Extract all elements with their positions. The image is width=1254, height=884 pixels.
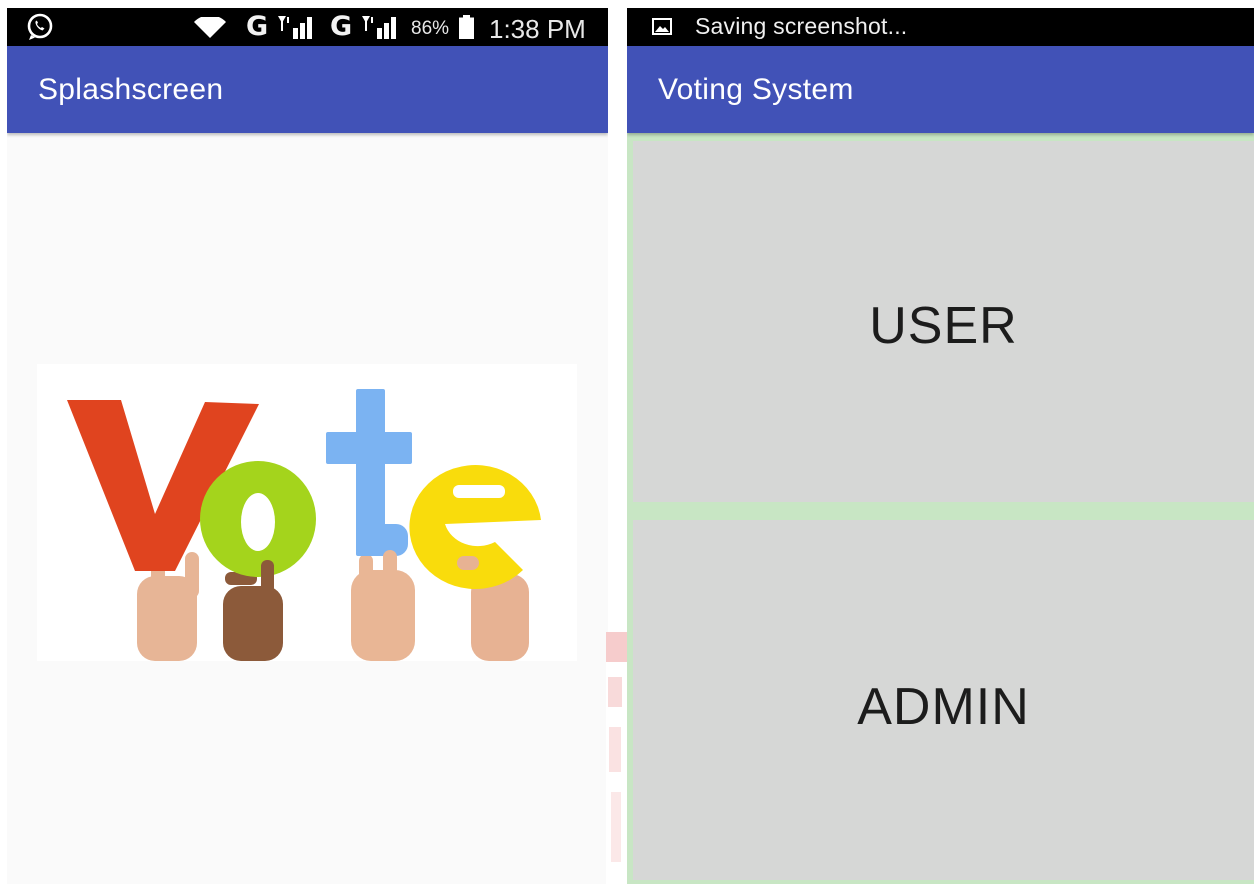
user-button-label: USER: [869, 297, 1018, 355]
wifi-icon: [194, 17, 226, 38]
battery-percent: 86%: [411, 18, 450, 39]
watermark-strip: [606, 632, 628, 884]
status-bar: Saving screenshot...: [627, 8, 1254, 46]
app-title: Splashscreen: [38, 73, 224, 106]
whatsapp-icon: [27, 13, 53, 40]
admin-button-label: ADMIN: [857, 678, 1030, 736]
gallery-icon: [652, 18, 672, 35]
battery-icon: [459, 15, 474, 39]
splashscreen-phone: G G 86% 1:38 PM Splashscreen: [7, 8, 608, 884]
admin-button[interactable]: ADMIN: [633, 520, 1254, 880]
app-bar: Splashscreen: [7, 46, 608, 133]
signal-icon: [278, 16, 312, 39]
clock: 1:38 PM: [489, 14, 586, 44]
app-title: Voting System: [658, 73, 854, 106]
vote-image: [37, 364, 577, 661]
signal-icon: [362, 16, 396, 39]
letter-o: [200, 461, 316, 577]
voting-system-phone: Saving screenshot... Voting System USER …: [627, 8, 1254, 884]
app-bar: Voting System: [627, 46, 1254, 133]
status-bar: G G 86% 1:38 PM: [7, 8, 608, 46]
network-type-label: G: [330, 11, 353, 42]
network-type-label: G: [246, 11, 269, 42]
notification-text: Saving screenshot...: [695, 13, 908, 39]
hand-2: [223, 564, 283, 661]
user-button[interactable]: USER: [633, 141, 1254, 502]
